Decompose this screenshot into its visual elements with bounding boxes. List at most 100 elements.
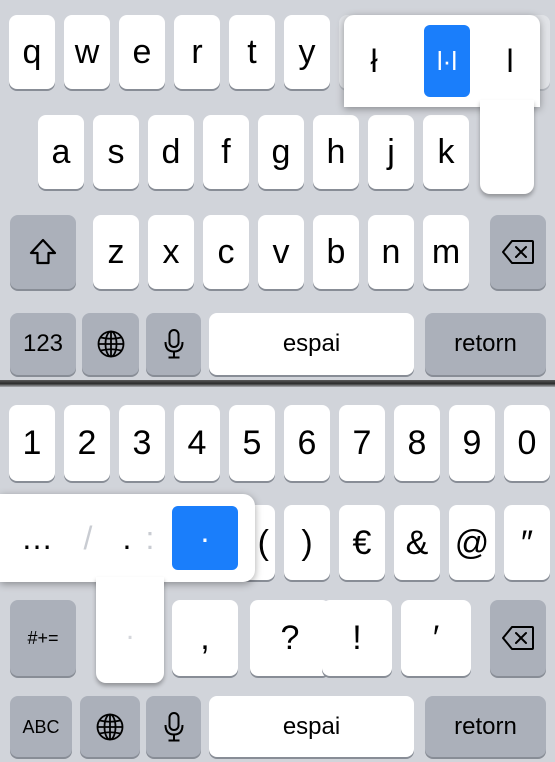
delete-key[interactable] [490, 215, 546, 289]
key-r[interactable]: r [174, 15, 220, 89]
punctuation-option[interactable]: / [68, 502, 108, 574]
key-w[interactable]: w [64, 15, 110, 89]
accent-option[interactable]: l [480, 25, 540, 97]
key-comma[interactable]: , [172, 600, 238, 676]
key-k[interactable]: k [423, 115, 469, 189]
key-label: k [437, 133, 455, 171]
key-d[interactable]: d [148, 115, 194, 189]
key-5[interactable]: 5 [229, 405, 275, 481]
punctuation-option-label: : [145, 519, 155, 556]
backspace-icon [501, 625, 535, 651]
punctuation-popup: … / . : · [0, 494, 255, 582]
key-at[interactable]: @ [449, 505, 495, 580]
key-label: @ [454, 523, 490, 562]
key-x[interactable]: x [148, 215, 194, 289]
key-double-quote[interactable]: ″ [504, 505, 550, 580]
numbers-toggle-key[interactable]: 123 [10, 313, 76, 375]
key-7[interactable]: 7 [339, 405, 385, 481]
dictation-key[interactable] [146, 696, 201, 757]
key-label: s [107, 133, 125, 171]
key-g[interactable]: g [258, 115, 304, 189]
key-label: q [22, 33, 42, 71]
key-q[interactable]: q [9, 15, 55, 89]
key-1[interactable]: 1 [9, 405, 55, 481]
key-label: ( [257, 523, 269, 562]
accent-option[interactable]: ł [344, 25, 404, 97]
key-label: y [298, 33, 316, 71]
key-b[interactable]: b [313, 215, 359, 289]
key-e[interactable]: e [119, 15, 165, 89]
punctuation-option[interactable]: … [14, 502, 60, 574]
key-label: retorn [454, 712, 517, 740]
numbers-keyboard: 1 2 3 4 5 6 7 8 9 0 ( ) € & @ ″ #+= , ? … [0, 387, 555, 762]
key-label: ! [352, 619, 362, 657]
key-2[interactable]: 2 [64, 405, 110, 481]
key-m[interactable]: m [423, 215, 469, 289]
accent-option-selected[interactable]: l·l [424, 25, 470, 97]
letters-keyboard: q w e r t y u i o p a s d f g h j k z x … [0, 0, 555, 382]
space-key[interactable]: espai [209, 696, 414, 757]
key-label: d [161, 133, 181, 171]
globe-key[interactable] [82, 313, 139, 375]
shift-arrow-icon [28, 237, 58, 267]
key-exclamation[interactable]: ! [322, 600, 392, 676]
return-key[interactable]: retorn [425, 313, 546, 375]
key-label: r [191, 33, 203, 71]
key-label: ′ [432, 619, 440, 657]
shift-key[interactable] [10, 215, 76, 289]
key-label: w [74, 33, 100, 71]
key-t[interactable]: t [229, 15, 275, 89]
key-label: espai [282, 712, 341, 740]
key-apostrophe[interactable]: ′ [401, 600, 471, 676]
key-label: b [326, 233, 346, 271]
key-label: j [387, 133, 395, 171]
key-y[interactable]: y [284, 15, 330, 89]
popup-stem [480, 100, 534, 194]
key-label: g [271, 133, 291, 171]
key-label: z [107, 233, 125, 271]
key-c[interactable]: c [203, 215, 249, 289]
delete-key[interactable] [490, 600, 546, 676]
key-4[interactable]: 4 [174, 405, 220, 481]
key-ampersand[interactable]: & [394, 505, 440, 580]
key-8[interactable]: 8 [394, 405, 440, 481]
key-label: 6 [297, 424, 317, 462]
punctuation-option-selected[interactable]: · [172, 506, 238, 570]
dictation-key[interactable] [146, 313, 201, 375]
key-z[interactable]: z [93, 215, 139, 289]
space-key[interactable]: espai [209, 313, 414, 375]
globe-key[interactable] [80, 696, 140, 757]
key-a[interactable]: a [38, 115, 84, 189]
punctuation-option-label: … [21, 519, 53, 556]
key-label: 7 [352, 424, 372, 462]
key-close-paren[interactable]: ) [284, 505, 330, 580]
key-label: x [162, 233, 180, 271]
key-h[interactable]: h [313, 115, 359, 189]
key-j[interactable]: j [368, 115, 414, 189]
key-9[interactable]: 9 [449, 405, 495, 481]
key-label: ? [280, 619, 300, 657]
key-label: h [326, 133, 346, 171]
key-euro[interactable]: € [339, 505, 385, 580]
key-label: 9 [462, 424, 482, 462]
key-n[interactable]: n [368, 215, 414, 289]
popup-source-key-label: . [125, 613, 135, 646]
punctuation-option-label: . [122, 519, 132, 556]
key-label: , [200, 619, 210, 657]
key-label: 5 [242, 424, 262, 462]
return-key[interactable]: retorn [425, 696, 546, 757]
key-s[interactable]: s [93, 115, 139, 189]
symbols-toggle-key[interactable]: #+= [10, 600, 76, 676]
key-3[interactable]: 3 [119, 405, 165, 481]
key-0[interactable]: 0 [504, 405, 550, 481]
key-label: retorn [454, 330, 517, 357]
key-6[interactable]: 6 [284, 405, 330, 481]
punctuation-option[interactable]: : [138, 502, 162, 574]
key-question[interactable]: ? [250, 600, 330, 676]
key-label: 8 [407, 424, 427, 462]
key-v[interactable]: v [258, 215, 304, 289]
key-f[interactable]: f [203, 115, 249, 189]
key-label: ″ [520, 523, 534, 562]
abc-toggle-key[interactable]: ABC [10, 696, 72, 757]
key-label: 0 [517, 424, 537, 462]
